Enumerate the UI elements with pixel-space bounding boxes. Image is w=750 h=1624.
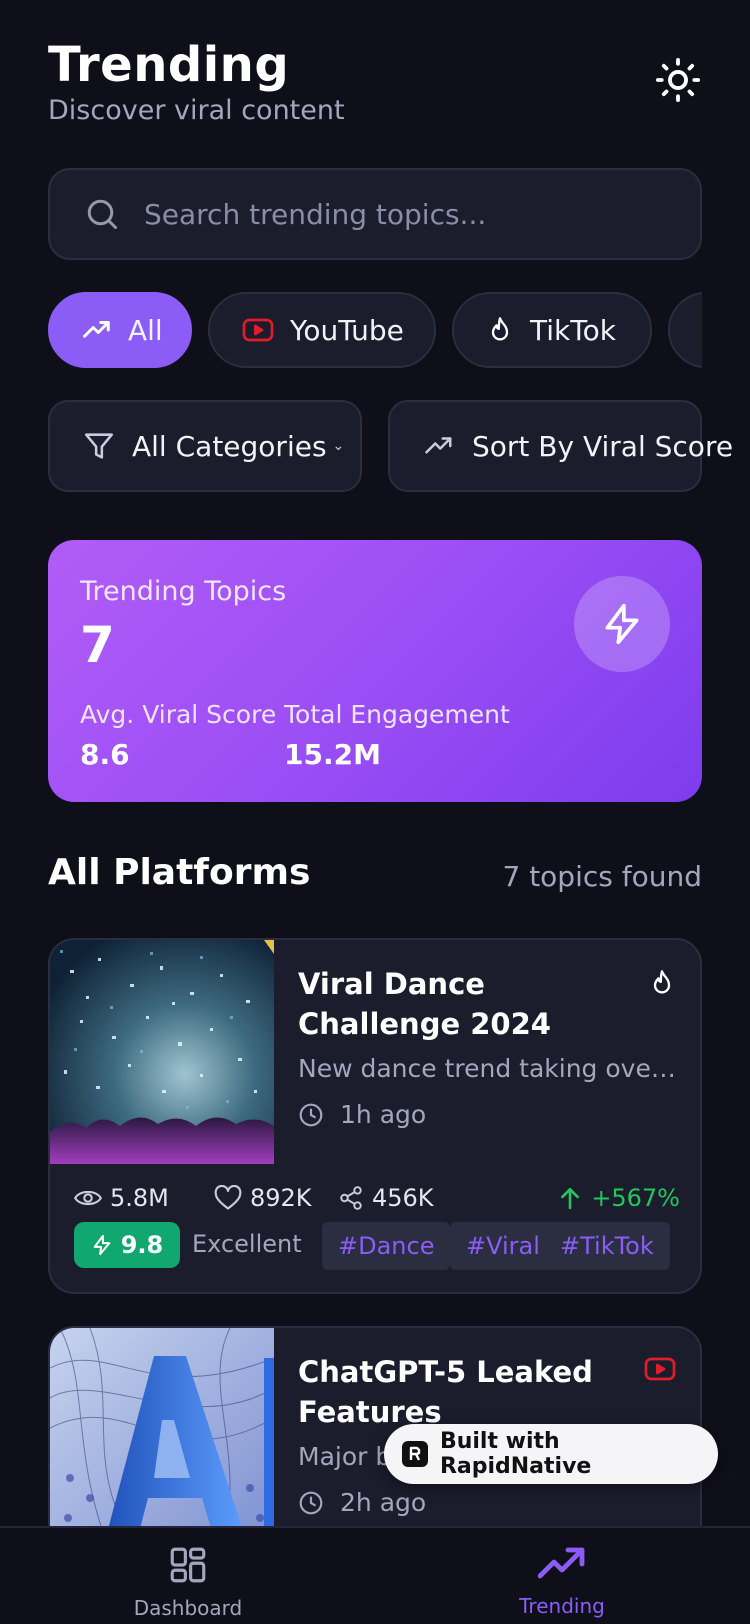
flame-icon	[648, 968, 676, 1002]
header: Trending Discover viral content	[48, 34, 702, 134]
viral-score-badge: 9.8	[74, 1222, 180, 1268]
heart-icon	[214, 1185, 242, 1211]
arrow-up-icon	[559, 1186, 581, 1210]
youtube-icon	[644, 1356, 676, 1386]
bolt-icon	[91, 1233, 113, 1257]
bolt-icon	[574, 576, 670, 672]
topic-title: ChatGPT-5 Leaked Features	[298, 1355, 593, 1429]
clock-icon	[298, 1102, 324, 1128]
clock-icon	[298, 1490, 324, 1516]
tag-chip[interactable]: #Dance	[322, 1222, 451, 1270]
search-placeholder: Search trending topics...	[144, 197, 487, 231]
likes-metric: 892K	[214, 1184, 312, 1212]
chip-all-label: All	[128, 313, 163, 347]
shares-value: 456K	[372, 1184, 434, 1212]
shares-metric: 456K	[338, 1184, 434, 1212]
built-with-badge[interactable]: Built with RapidNative	[384, 1424, 718, 1484]
topic-title: Viral Dance Challenge 2024	[298, 967, 551, 1041]
topic-thumbnail	[50, 940, 274, 1164]
sun-icon	[655, 57, 701, 107]
stats-label: Trending Topics	[80, 576, 287, 607]
trending-screen: Trending Discover viral content Search t…	[0, 0, 750, 1624]
flame-icon	[486, 315, 514, 345]
trending-stats-card: Trending Topics 7 Avg. Viral Score 8.6 T…	[48, 540, 702, 802]
engagement-label: Total Engagement	[284, 700, 510, 729]
sort-label: Sort By Viral Score	[472, 429, 734, 463]
growth-value: +567%	[591, 1184, 680, 1212]
chip-youtube[interactable]: YouTube	[208, 292, 436, 368]
avg-score-value: 8.6	[80, 738, 130, 771]
chip-more[interactable]	[668, 292, 702, 368]
search-icon	[84, 196, 120, 232]
platform-filter-chips: All YouTube TikTok	[48, 292, 702, 368]
grid-icon	[167, 1544, 209, 1586]
search-input[interactable]: Search trending topics...	[48, 168, 702, 260]
nav-item-trending[interactable]: Trending	[472, 1544, 652, 1618]
topic-thumbnail	[50, 1328, 274, 1552]
topic-time-label: 1h ago	[340, 1100, 427, 1129]
growth-metric: +567%	[559, 1184, 680, 1212]
views-value: 5.8M	[110, 1184, 169, 1212]
likes-value: 892K	[250, 1184, 312, 1212]
chip-youtube-label: YouTube	[290, 313, 404, 347]
bottom-nav: Dashboard Trending	[0, 1526, 750, 1624]
rapidnative-logo-icon	[402, 1441, 428, 1467]
nav-item-dashboard[interactable]: Dashboard	[98, 1544, 278, 1620]
viral-score-value: 9.8	[120, 1231, 164, 1259]
topic-time: 1h ago	[298, 1100, 426, 1129]
topic-card[interactable]: Viral Dance Challenge 2024 New dance tre…	[48, 938, 702, 1294]
topics-count: 7 topics found	[502, 860, 702, 893]
share-icon	[338, 1185, 364, 1211]
category-dropdown[interactable]: All Categories ⌄	[48, 400, 362, 492]
nav-label-trending: Trending	[519, 1594, 605, 1618]
chevron-down-icon: ⌄	[332, 438, 345, 454]
score-row: 9.8 Excellent #Dance #Viral #TikTok	[74, 1222, 680, 1270]
topic-time: 2h ago	[298, 1488, 426, 1517]
score-rating: Excellent	[192, 1230, 302, 1258]
topic-description: New dance trend taking over so...	[298, 1054, 678, 1083]
sort-dropdown[interactable]: Sort By Viral Score	[388, 400, 733, 492]
theme-toggle-button[interactable]	[654, 57, 702, 107]
topic-time-label: 2h ago	[340, 1488, 427, 1517]
page-title: Trending	[48, 37, 290, 93]
engagement-value: 15.2M	[284, 738, 381, 771]
tag-chip[interactable]: #Viral	[450, 1222, 556, 1270]
topic-metrics: 5.8M 892K 456K +567%	[74, 1184, 680, 1224]
trending-up-icon	[538, 1544, 586, 1584]
eye-icon	[74, 1187, 102, 1209]
chip-all[interactable]: All	[48, 292, 192, 368]
avg-score-label: Avg. Viral Score	[80, 700, 277, 729]
stats-count: 7	[80, 616, 115, 674]
youtube-icon	[242, 317, 274, 343]
tag-chip[interactable]: #TikTok	[544, 1222, 670, 1270]
trending-up-icon	[422, 431, 456, 461]
chip-tiktok-label: TikTok	[530, 313, 616, 347]
trending-up-icon	[82, 315, 112, 345]
built-with-label: Built with RapidNative	[439, 1429, 592, 1479]
chip-tiktok[interactable]: TikTok	[452, 292, 652, 368]
category-label: All Categories	[132, 429, 327, 463]
views-metric: 5.8M	[74, 1184, 169, 1212]
nav-label-dashboard: Dashboard	[133, 1596, 243, 1620]
section-title: All Platforms	[48, 852, 311, 893]
filter-icon	[82, 429, 116, 463]
page-subtitle: Discover viral content	[48, 95, 345, 126]
